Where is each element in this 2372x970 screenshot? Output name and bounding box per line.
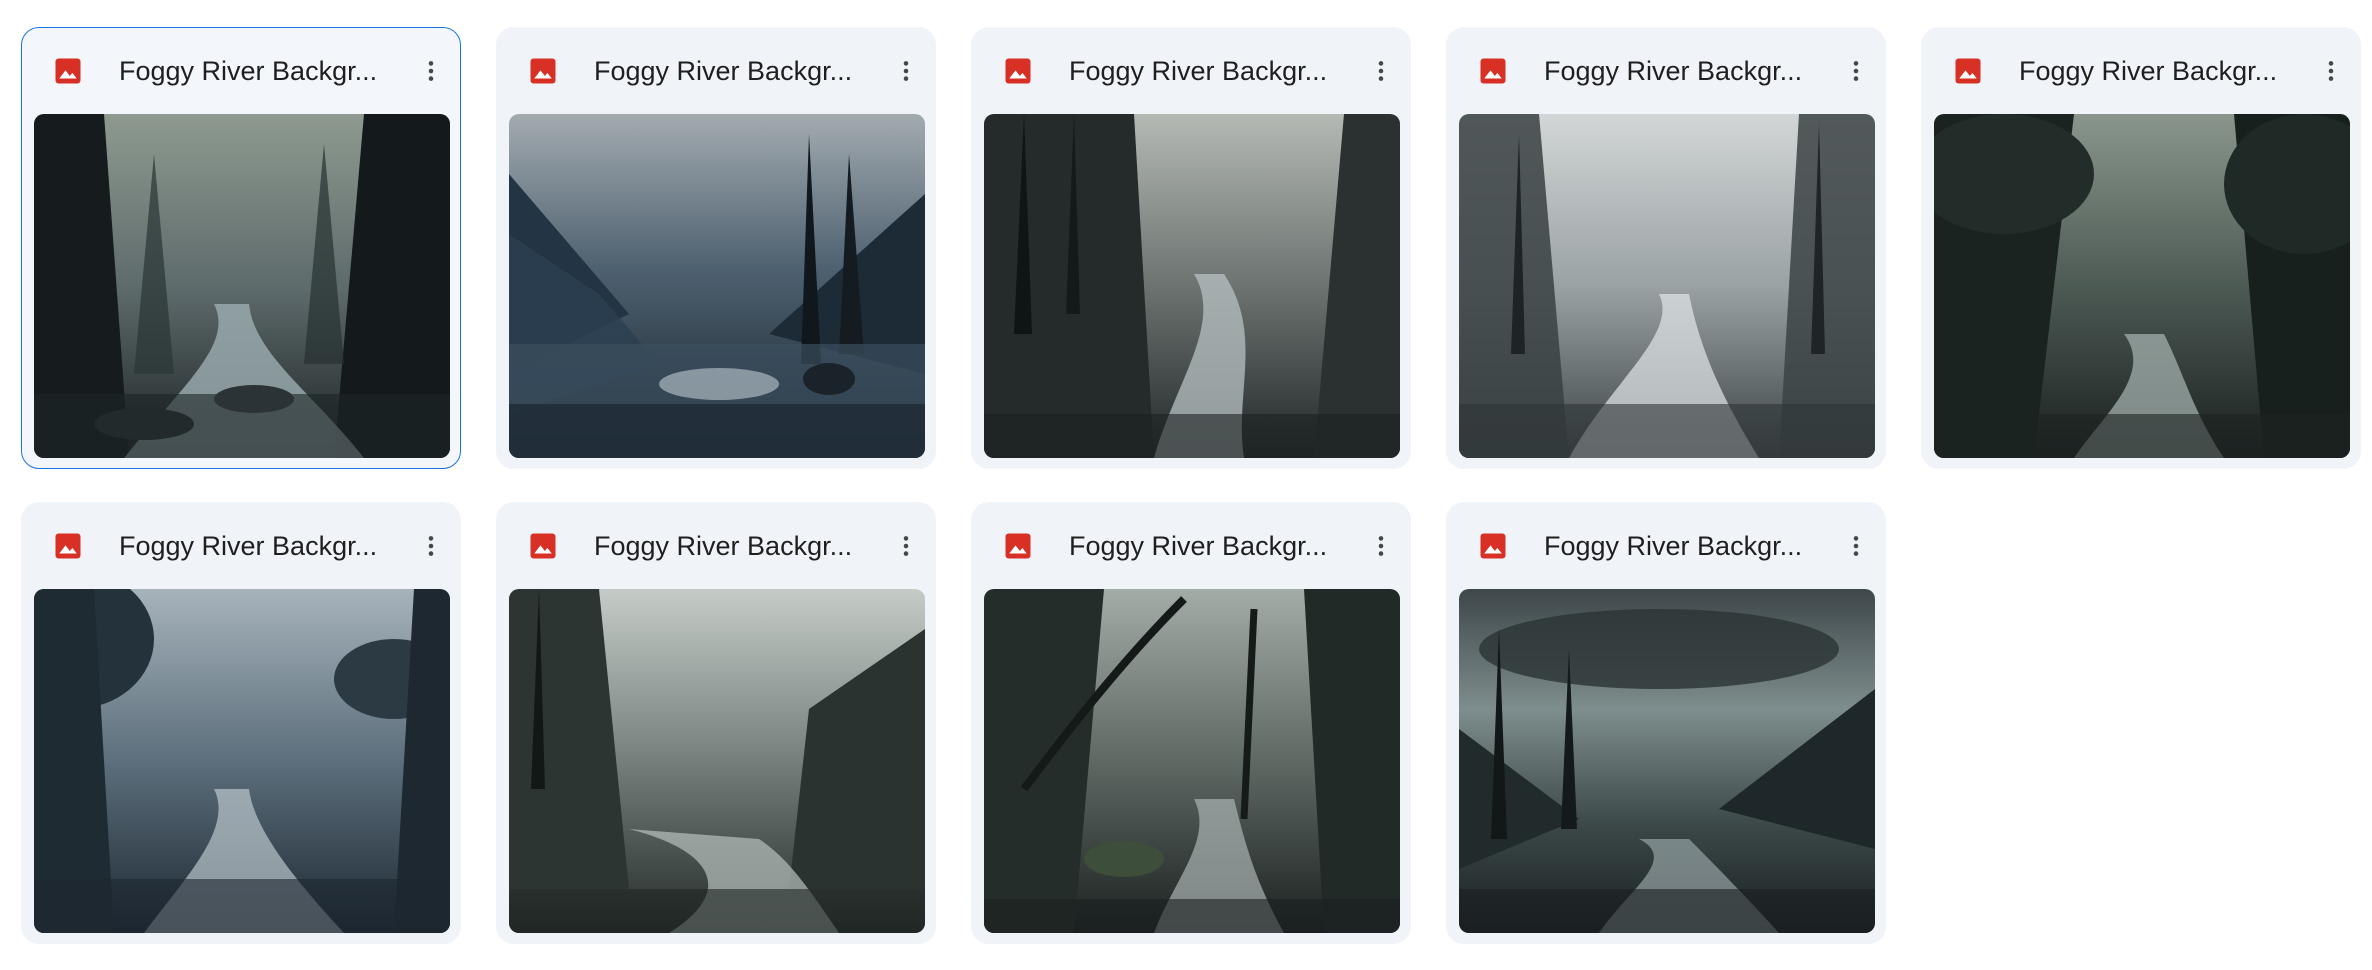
file-card-header: Foggy River Backgr...: [1922, 28, 2360, 114]
file-card-header: Foggy River Backgr...: [1447, 503, 1885, 589]
file-card[interactable]: Foggy River Backgr...: [1921, 27, 2361, 469]
image-file-icon: [1955, 58, 1981, 84]
file-card[interactable]: Foggy River Backgr...: [971, 27, 1411, 469]
file-card[interactable]: Foggy River Backgr...: [496, 27, 936, 469]
file-thumbnail[interactable]: [1459, 114, 1875, 458]
file-thumbnail[interactable]: [509, 114, 925, 458]
file-name: Foggy River Backgr...: [119, 531, 378, 561]
file-thumbnail[interactable]: [34, 589, 450, 933]
more-vert-icon: [1378, 536, 1384, 556]
more-actions-button[interactable]: [882, 47, 930, 95]
more-vert-icon: [428, 536, 434, 556]
file-thumbnail[interactable]: [34, 114, 450, 458]
file-card-header: Foggy River Backgr...: [972, 28, 1410, 114]
file-card[interactable]: Foggy River Backgr...: [21, 27, 461, 469]
file-card[interactable]: Foggy River Backgr...: [971, 502, 1411, 944]
foggy-river-image: [34, 114, 450, 458]
more-actions-button[interactable]: [2307, 47, 2355, 95]
more-actions-button[interactable]: [1357, 47, 1405, 95]
file-thumbnail[interactable]: [984, 114, 1400, 458]
image-file-icon: [1005, 58, 1031, 84]
foggy-river-image: [1934, 114, 2350, 458]
more-actions-button[interactable]: [407, 47, 455, 95]
foggy-river-image: [509, 589, 925, 933]
file-card-header: Foggy River Backgr...: [972, 503, 1410, 589]
file-name: Foggy River Backgr...: [1069, 56, 1328, 86]
file-card-header: Foggy River Backgr...: [1447, 28, 1885, 114]
file-name: Foggy River Backgr...: [594, 531, 853, 561]
foggy-river-image: [1459, 589, 1875, 933]
image-file-icon: [1480, 58, 1506, 84]
file-grid: Foggy River Backgr... Foggy River Backgr…: [0, 0, 2372, 970]
image-file-icon: [55, 58, 81, 84]
file-thumbnail[interactable]: [1934, 114, 2350, 458]
foggy-river-image: [984, 589, 1400, 933]
more-vert-icon: [903, 536, 909, 556]
file-card[interactable]: Foggy River Backgr...: [1446, 502, 1886, 944]
more-vert-icon: [903, 61, 909, 81]
more-vert-icon: [2328, 61, 2334, 81]
image-file-icon: [530, 58, 556, 84]
more-actions-button[interactable]: [882, 522, 930, 570]
file-name: Foggy River Backgr...: [1069, 531, 1328, 561]
foggy-river-image: [984, 114, 1400, 458]
file-name: Foggy River Backgr...: [1544, 531, 1803, 561]
image-file-icon: [530, 533, 556, 559]
more-vert-icon: [1853, 61, 1859, 81]
more-vert-icon: [428, 61, 434, 81]
more-actions-button[interactable]: [1832, 47, 1880, 95]
image-file-icon: [55, 533, 81, 559]
file-card-header: Foggy River Backgr...: [22, 28, 460, 114]
file-thumbnail[interactable]: [984, 589, 1400, 933]
file-name: Foggy River Backgr...: [2019, 56, 2278, 86]
file-card[interactable]: Foggy River Backgr...: [496, 502, 936, 944]
more-actions-button[interactable]: [1357, 522, 1405, 570]
image-file-icon: [1480, 533, 1506, 559]
more-vert-icon: [1853, 536, 1859, 556]
foggy-river-image: [34, 589, 450, 933]
file-thumbnail[interactable]: [1459, 589, 1875, 933]
file-name: Foggy River Backgr...: [594, 56, 853, 86]
more-vert-icon: [1378, 61, 1384, 81]
image-file-icon: [1005, 533, 1031, 559]
file-card-header: Foggy River Backgr...: [22, 503, 460, 589]
file-thumbnail[interactable]: [509, 589, 925, 933]
foggy-river-image: [1459, 114, 1875, 458]
more-actions-button[interactable]: [407, 522, 455, 570]
foggy-river-image: [509, 114, 925, 458]
file-card[interactable]: Foggy River Backgr...: [21, 502, 461, 944]
file-name: Foggy River Backgr...: [119, 56, 378, 86]
file-card[interactable]: Foggy River Backgr...: [1446, 27, 1886, 469]
file-name: Foggy River Backgr...: [1544, 56, 1803, 86]
file-card-header: Foggy River Backgr...: [497, 503, 935, 589]
file-card-header: Foggy River Backgr...: [497, 28, 935, 114]
more-actions-button[interactable]: [1832, 522, 1880, 570]
